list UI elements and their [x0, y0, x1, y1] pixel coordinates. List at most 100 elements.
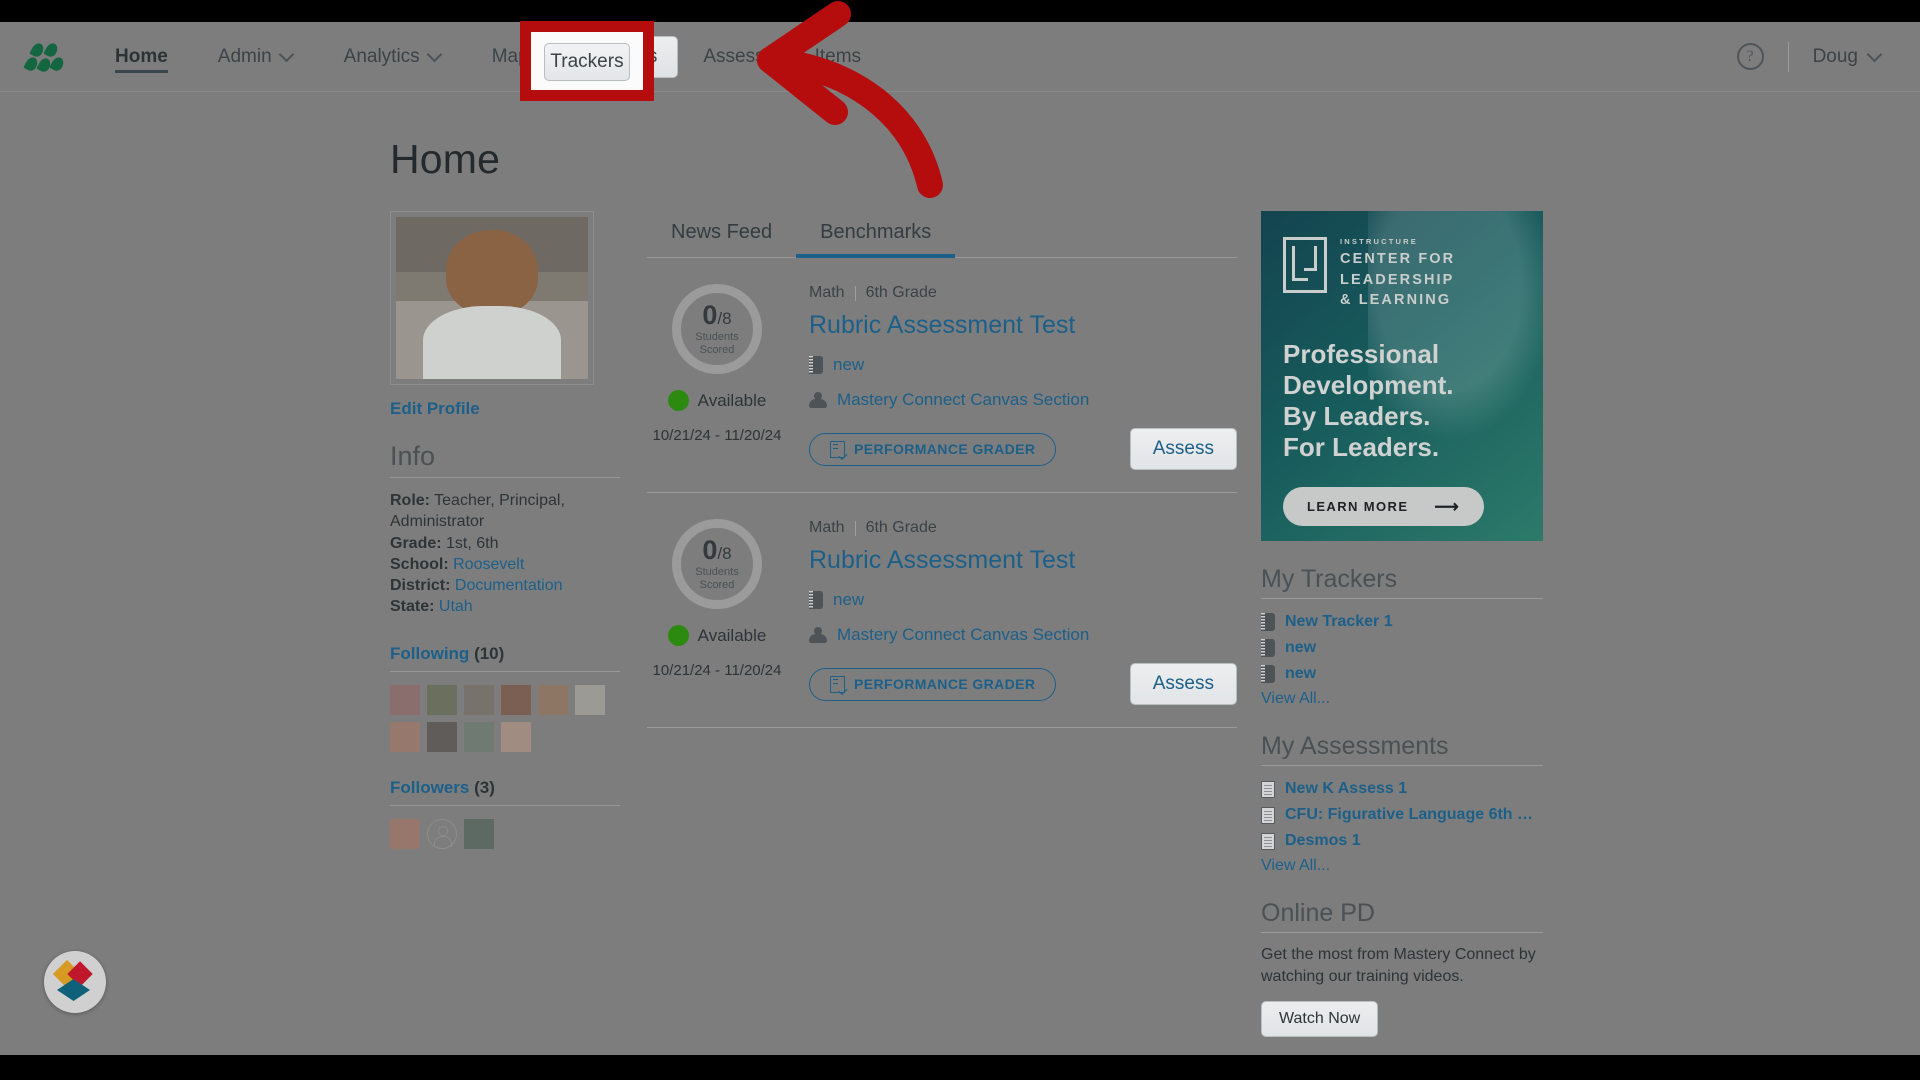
- promo-headline-line4: For Leaders.: [1283, 432, 1440, 463]
- grade-label: 6th Grade: [865, 284, 937, 301]
- assess-button-label: Assess: [1152, 673, 1214, 694]
- watch-now-label: Watch Now: [1279, 1010, 1361, 1028]
- followers-label: Followers: [390, 777, 470, 797]
- info-value: 1st, 6th: [446, 534, 499, 552]
- learn-more-button[interactable]: LEARN MORE ⟶: [1283, 487, 1485, 527]
- nav-item-label: Home: [115, 45, 168, 67]
- promo-headline-line2: Development.: [1283, 369, 1454, 400]
- nav-item-trackers[interactable]: Trackers: [563, 35, 679, 78]
- top-navigation-bar: Home Admin Analytics Maps Trackers Asses…: [0, 22, 1920, 92]
- date-range: 10/21/24 - 11/20/24: [652, 662, 782, 679]
- tab-news-feed[interactable]: News Feed: [647, 211, 796, 257]
- mastery-connect-logo-icon[interactable]: [23, 40, 68, 74]
- followers-count: (3): [474, 777, 495, 797]
- tracker-name: New Tracker 1: [1285, 613, 1393, 630]
- info-label: District:: [390, 577, 451, 595]
- list-item[interactable]: New Tracker 1: [1261, 609, 1543, 635]
- promo-content: INSTRUCTURE CENTER FOR LEADERSHIP & LEAR…: [1261, 211, 1543, 541]
- avatar-placeholder-icon[interactable]: [427, 818, 457, 849]
- following-heading[interactable]: Following (10): [390, 644, 620, 672]
- assess-button[interactable]: Assess: [1129, 663, 1237, 705]
- cll-logo: INSTRUCTURE CENTER FOR LEADERSHIP & LEAR…: [1283, 237, 1521, 311]
- card-actions: PERFORMANCE GRADER Assess: [809, 663, 1237, 705]
- avatar[interactable]: [427, 684, 457, 715]
- list-item[interactable]: CFU: Figurative Language 6th Grad...: [1261, 802, 1543, 828]
- performance-grader-button[interactable]: PERFORMANCE GRADER: [809, 667, 1057, 701]
- score-caption-line1: Students: [695, 565, 739, 578]
- status-label: Available: [697, 625, 767, 645]
- assessment-title-link[interactable]: Rubric Assessment Test: [809, 546, 1075, 575]
- tab-benchmarks[interactable]: Benchmarks: [796, 211, 956, 258]
- info-row-school: School: Roosevelt: [390, 554, 620, 575]
- assessments-view-all-link[interactable]: View All...: [1261, 857, 1330, 875]
- trackers-view-all-link[interactable]: View All...: [1261, 690, 1330, 708]
- following-avatars: [390, 684, 614, 752]
- promo-headline-line1: Professional: [1283, 338, 1440, 369]
- benchmark-details: Math 6th Grade Rubric Assessment Test ne…: [787, 519, 1237, 705]
- info-value-link[interactable]: Roosevelt: [453, 556, 524, 573]
- avatar[interactable]: [464, 684, 494, 715]
- promo-brand-line3: & LEARNING: [1340, 292, 1452, 309]
- user-menu-label: Doug: [1812, 45, 1858, 67]
- nav-item-home[interactable]: Home: [90, 22, 193, 91]
- watch-now-button[interactable]: Watch Now: [1261, 1001, 1379, 1038]
- info-row-grade: Grade: 1st, 6th: [390, 533, 620, 554]
- nav-item-label: Items: [814, 45, 862, 67]
- score-caption-line1: Students: [695, 330, 739, 343]
- subject-label: Math: [809, 519, 845, 536]
- avatar[interactable]: [501, 721, 531, 752]
- tracker-link[interactable]: new: [833, 590, 864, 610]
- list-item[interactable]: new: [1261, 635, 1543, 661]
- avatar[interactable]: [390, 721, 420, 752]
- avatar[interactable]: [464, 721, 494, 752]
- nav-item-analytics[interactable]: Analytics: [319, 22, 467, 91]
- info-row-state: State: Utah: [390, 596, 620, 617]
- section-link[interactable]: Mastery Connect Canvas Section: [837, 390, 1089, 410]
- info-value-link[interactable]: Documentation: [455, 577, 563, 594]
- learn-more-label: LEARN MORE: [1307, 499, 1409, 515]
- score-caption-line2: Scored: [699, 343, 735, 356]
- accessibility-badge-icon[interactable]: [44, 951, 106, 1013]
- score-total: /8: [717, 543, 732, 563]
- nav-item-admin[interactable]: Admin: [193, 22, 319, 91]
- list-item[interactable]: Desmos 1: [1261, 828, 1543, 854]
- avatar[interactable]: [390, 818, 420, 849]
- edit-profile-link[interactable]: Edit Profile: [390, 399, 480, 419]
- avatar[interactable]: [464, 818, 494, 849]
- nav-item-assess[interactable]: Assess: [678, 22, 789, 91]
- help-icon-glyph: ?: [1746, 47, 1754, 65]
- performance-grader-button[interactable]: PERFORMANCE GRADER: [809, 432, 1057, 466]
- help-icon[interactable]: ?: [1736, 43, 1764, 70]
- avatar[interactable]: [427, 721, 457, 752]
- benchmark-card: 0/8 Students Scored Available 10/21/24 -…: [647, 493, 1237, 728]
- user-menu[interactable]: Doug: [1813, 46, 1882, 68]
- tracker-icon: [1261, 613, 1275, 631]
- date-range: 10/21/24 - 11/20/24: [652, 427, 782, 444]
- nav-item-items[interactable]: Items: [790, 22, 886, 91]
- following-count: (10): [474, 643, 505, 663]
- avatar[interactable]: [575, 684, 605, 715]
- list-item[interactable]: New K Assess 1: [1261, 776, 1543, 802]
- tracker-icon: [1261, 665, 1275, 683]
- promo-headline-line3: By Leaders.: [1283, 401, 1431, 432]
- assess-button[interactable]: Assess: [1129, 428, 1237, 470]
- following-label: Following: [390, 643, 470, 663]
- tracker-link[interactable]: new: [833, 355, 864, 375]
- section-link[interactable]: Mastery Connect Canvas Section: [837, 625, 1089, 645]
- list-item[interactable]: new: [1261, 661, 1543, 687]
- status-dot-icon: [667, 390, 689, 411]
- avatar[interactable]: [538, 684, 568, 715]
- tracker-icon: [1261, 639, 1275, 657]
- online-pd-heading: Online PD: [1261, 899, 1543, 933]
- availability-status: Available: [667, 390, 766, 411]
- score-caption: Students Scored: [695, 566, 738, 591]
- followers-heading[interactable]: Followers (3): [390, 778, 620, 806]
- avatar[interactable]: [501, 684, 531, 715]
- nav-item-maps[interactable]: Maps: [467, 22, 563, 91]
- info-value-link[interactable]: Utah: [439, 598, 473, 615]
- section-icon: [809, 627, 827, 643]
- students-scored-ring: 0/8 Students Scored: [672, 284, 762, 374]
- promo-banner[interactable]: INSTRUCTURE CENTER FOR LEADERSHIP & LEAR…: [1261, 211, 1543, 541]
- assessment-title-link[interactable]: Rubric Assessment Test: [809, 311, 1075, 340]
- avatar[interactable]: [390, 684, 420, 715]
